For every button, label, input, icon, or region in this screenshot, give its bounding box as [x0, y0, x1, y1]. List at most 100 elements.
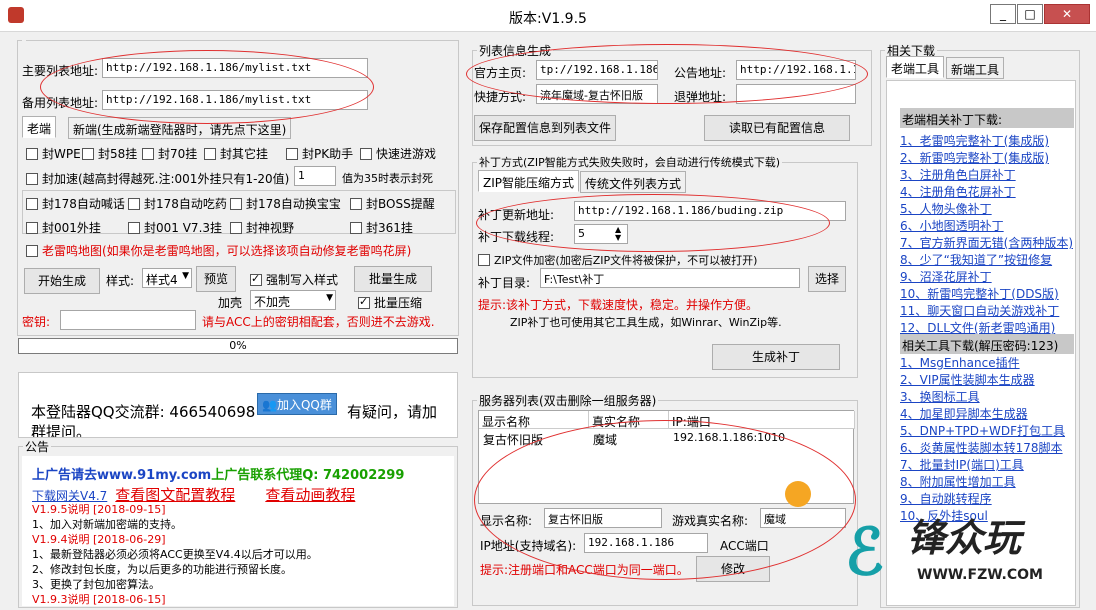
check-boss[interactable]: 封BOSS提醒 — [350, 195, 435, 212]
check-178-shout[interactable]: 封178自动喊话 — [26, 195, 125, 212]
preview-button[interactable]: 预览 — [196, 266, 236, 292]
ip-label: IP地址(支持域名): — [480, 539, 577, 553]
patch-url-label: 补丁更新地址: — [478, 208, 555, 222]
style-select[interactable]: 样式4 ▼ — [142, 268, 192, 288]
check-zip-encrypt[interactable]: ZIP文件加密(加密后ZIP文件将被保护，不可以被打开) — [478, 252, 757, 268]
check-001[interactable]: 封001外挂 — [26, 219, 101, 236]
checkbox-icon — [478, 254, 490, 266]
progress-bar: 0% — [18, 338, 458, 354]
exit-url-input[interactable] — [736, 84, 856, 104]
download-link[interactable]: 4、注册角色花屏补丁 — [900, 183, 1016, 200]
shortcut-input[interactable]: 流年魔域-复古怀旧版 — [536, 84, 658, 104]
table-row[interactable]: 复古怀旧版 魔域 192.168.1.186:1010 — [479, 431, 853, 447]
close-button[interactable]: ✕ — [1044, 4, 1090, 24]
check-001-v73[interactable]: 封001 V7.3挂 — [128, 219, 222, 236]
download-link[interactable]: 7、批量封IP(端口)工具 — [900, 456, 1024, 473]
save-config-button[interactable]: 保存配置信息到列表文件 — [474, 115, 616, 141]
notice-line: 3、更换了封包加密算法。 — [32, 578, 160, 591]
download-link[interactable]: 2、VIP属性装脚本生成器 — [900, 371, 1035, 388]
download-link[interactable]: 11、聊天窗口自动关游戏补丁 — [900, 302, 1059, 319]
check-old-map[interactable]: 老雷鸣地图(如果你是老雷鸣地图，可以选择该项自动修复老雷鸣花屏) — [26, 242, 411, 259]
download-link[interactable]: 9、沼泽花屏补丁 — [900, 268, 992, 285]
shell-select[interactable]: 不加壳 ▼ — [250, 290, 336, 310]
choose-dir-button[interactable]: 选择 — [808, 266, 846, 292]
speed-note: 值为35时表示封死 — [342, 172, 433, 185]
join-qq-button[interactable]: 👥加入QQ群 — [257, 393, 337, 415]
main-list-input[interactable]: http://192.168.1.186/mylist.txt — [102, 58, 368, 78]
modify-server-button[interactable]: 修改 — [696, 556, 770, 582]
tab-zip[interactable]: ZIP智能压缩方式 — [478, 170, 579, 192]
speed-value-input[interactable]: 1 — [294, 166, 336, 186]
check-178-pet[interactable]: 封178自动换宝宝 — [230, 195, 341, 212]
notice-url-input[interactable]: http://192.168.1.186 — [736, 60, 856, 80]
col-real-name[interactable]: 真实名称 — [589, 411, 669, 429]
download-link[interactable]: 1、MsgEnhance插件 — [900, 354, 1020, 371]
row-ip: 192.168.1.186:1010 — [673, 431, 786, 444]
check-batch-compress[interactable]: 批量压缩 — [358, 294, 422, 311]
check-58[interactable]: 封58挂 — [82, 145, 137, 162]
maximize-button[interactable]: □ — [1017, 4, 1043, 24]
tab-new-client[interactable]: 新端(生成新端登陆器时，请先点下这里) — [68, 117, 292, 139]
tab-old-tools[interactable]: 老端工具 — [886, 56, 945, 78]
download-link[interactable]: 4、加星即异脚本生成器 — [900, 405, 1028, 422]
download-link[interactable]: 3、换图标工具 — [900, 388, 980, 405]
download-link[interactable]: 6、小地图透明补丁 — [900, 217, 1004, 234]
download-gateway-link[interactable]: 下载网关V4.7 — [32, 489, 107, 503]
main-list-label: 主要列表地址: — [22, 64, 99, 78]
check-178-drug[interactable]: 封178自动吃药 — [128, 195, 227, 212]
qq-tail2: 群提问。 — [31, 423, 92, 438]
col-ip[interactable]: IP:端口 — [669, 411, 855, 429]
backup-list-input[interactable]: http://192.168.1.186/mylist.txt — [102, 90, 368, 110]
check-other[interactable]: 封其它挂 — [204, 145, 268, 162]
patch-url-input[interactable]: http://192.168.1.186/buding.zip — [574, 201, 846, 221]
download-link[interactable]: 2、新雷鸣完整补丁(集成版) — [900, 149, 1049, 166]
generate-patch-button[interactable]: 生成补丁 — [712, 344, 840, 370]
display-name-input[interactable]: 复古怀旧版 — [544, 508, 662, 528]
home-input[interactable]: tp://192.168.1.186/ — [536, 60, 658, 80]
check-wpe[interactable]: 封WPE — [26, 145, 81, 162]
download-link[interactable]: 3、注册角色白屏补丁 — [900, 166, 1016, 183]
qq-panel: 本登陆器QQ交流群: 466540698 👥加入QQ群 有疑问，请加 群提问。 — [18, 372, 458, 438]
patch-dir-input[interactable]: F:\Test\补丁 — [540, 268, 800, 288]
read-config-button[interactable]: 读取已有配置信息 — [704, 115, 850, 141]
check-70[interactable]: 封70挂 — [142, 145, 197, 162]
threads-spinner-icon[interactable]: ▲ ▼ — [615, 226, 621, 242]
download-link[interactable]: 6、炎黄属性装脚本转178脚本 — [900, 439, 1063, 456]
check-361[interactable]: 封361挂 — [350, 219, 413, 236]
download-link[interactable]: 1、老雷鸣完整补丁(集成版) — [900, 132, 1049, 149]
ip-input[interactable]: 192.168.1.186 — [584, 533, 708, 553]
download-link[interactable]: 8、少了“我知道了”按钮修复 — [900, 251, 1052, 268]
real-name-input[interactable]: 魔域 — [760, 508, 846, 528]
download-link[interactable]: 8、附加属性增加工具 — [900, 473, 1016, 490]
logo-text: 锋众玩 — [907, 516, 1022, 560]
check-quick[interactable]: 快速进游戏 — [360, 145, 436, 162]
ad-green: 上广告联系代理Q: 742002299 — [211, 468, 405, 483]
style-label: 样式: — [106, 274, 135, 288]
tools-header: 相关工具下载(解压密码:123) — [900, 334, 1074, 354]
batch-generate-button[interactable]: 批量生成 — [354, 266, 432, 292]
download-link[interactable]: 10、新雷鸣完整补丁(DDS版) — [900, 285, 1059, 302]
checkbox-icon — [82, 148, 94, 160]
notice-line: 1、加入对新端加密端的支持。 — [32, 518, 182, 531]
notice-url-label: 公告地址: — [674, 66, 727, 80]
key-input[interactable] — [60, 310, 196, 330]
notice-content: 上广告请去www.91my.com上广告联系代理Q: 742002299 下载网… — [22, 456, 454, 606]
check-force-write[interactable]: 强制写入样式 — [250, 271, 338, 288]
col-display-name[interactable]: 显示名称 — [479, 411, 589, 429]
chevron-down-icon: ▼ — [182, 271, 189, 281]
checkbox-icon — [26, 245, 38, 257]
tab-traditional[interactable]: 传统文件列表方式 — [580, 171, 687, 193]
tab-old-client[interactable]: 老端 — [22, 116, 57, 138]
download-link[interactable]: 5、DNP+TPD+WDF打包工具 — [900, 422, 1065, 439]
backup-list-label: 备用列表地址: — [22, 96, 99, 110]
start-generate-button[interactable]: 开始生成 — [24, 268, 100, 294]
check-pk[interactable]: 封PK助手 — [286, 145, 353, 162]
check-speed[interactable]: 封加速(越高封得越死.注:001外挂只有1-20值) — [26, 170, 289, 187]
tab-new-tools[interactable]: 新端工具 — [946, 57, 1005, 79]
minimize-button[interactable]: _ — [990, 4, 1016, 24]
download-link[interactable]: 7、官方新界面无错(含两种版本) — [900, 234, 1073, 251]
check-god-view[interactable]: 封神视野 — [230, 219, 294, 236]
download-link[interactable]: 5、人物头像补丁 — [900, 200, 992, 217]
notice-line: V1.9.3说明 [2018-06-15] — [32, 593, 166, 606]
notice-title: 公告 — [25, 440, 50, 454]
